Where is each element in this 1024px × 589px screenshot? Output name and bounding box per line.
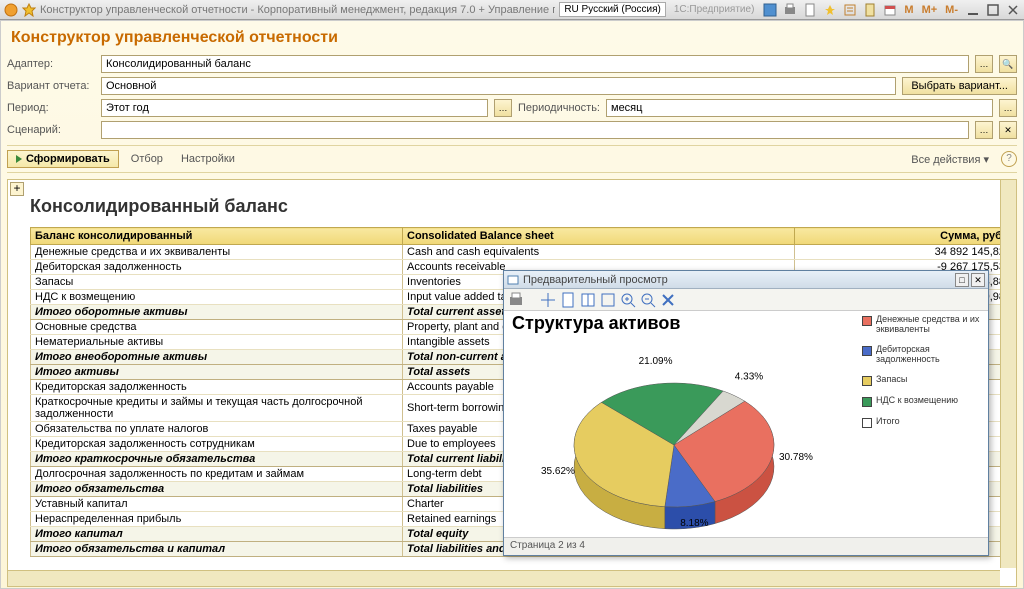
legend-item: Запасы [862,375,982,386]
window-titlebar: Конструктор управленческой отчетности - … [0,0,1024,20]
print-icon[interactable] [508,292,524,308]
fit-icon[interactable] [600,292,616,308]
svg-text:35.62%: 35.62% [541,466,575,477]
th-en: Consolidated Balance sheet [403,228,795,245]
legend-item: Итого [862,417,982,428]
legend-item: НДС к возмещению [862,396,982,407]
all-actions-button[interactable]: Все действия ▾ [905,151,995,168]
close-icon[interactable] [1006,3,1020,17]
adapter-label: Адаптер: [7,58,95,70]
scenario-input[interactable] [101,121,969,139]
report-title: Консолидированный баланс [30,196,1010,217]
star-icon[interactable] [22,3,36,17]
page-icon[interactable] [560,292,576,308]
periodicity-label: Периодичность: [518,102,600,114]
svg-text:30.78%: 30.78% [779,452,813,463]
language-selector[interactable]: RU Русский (Россия) [559,2,666,17]
preview-content: Структура активов 30.78% 8.18% 35.62% 21.09… [504,311,988,537]
periodicity-ellipsis-button[interactable]: … [999,99,1017,117]
doc-icon[interactable] [803,3,817,17]
preview-icon [507,274,519,286]
window-title: Конструктор управленческой отчетности - … [40,4,555,16]
svg-text:8.18%: 8.18% [680,518,708,529]
svg-text:4.33%: 4.33% [735,372,763,383]
table-row[interactable]: Денежные средства и их эквивалентыCash a… [31,245,1010,260]
pie-chart: 30.78% 8.18% 35.62% 21.09% 4.33% [504,335,844,535]
pages-icon[interactable] [580,292,596,308]
legend-item: Дебиторская задолженность [862,345,982,365]
period-input[interactable] [101,99,488,117]
list-icon[interactable] [843,3,857,17]
m-icon[interactable]: M [904,4,913,16]
chart-legend: Денежные средства и их эквиваленты Дебито… [862,315,982,438]
scenario-clear-button[interactable]: ✕ [999,121,1017,139]
variant-label: Вариант отчета: [7,80,95,92]
th-ru: Баланс консолидированный [31,228,403,245]
grid-icon[interactable] [763,3,777,17]
m-minus-icon[interactable]: M- [945,4,958,16]
preview-maximize-button[interactable]: □ [955,273,969,287]
preview-status: Страница 2 из 4 [504,537,988,555]
m-plus-icon[interactable]: M+ [922,4,938,16]
star2-icon[interactable] [823,3,837,17]
preview-window: Предварительный просмотр □ ✕ Структура а… [503,270,989,556]
close-preview-icon[interactable] [660,292,676,308]
preview-close-button[interactable]: ✕ [971,273,985,287]
report-toolbar: Сформировать Отбор Настройки Все действи… [7,145,1017,173]
svg-text:21.09%: 21.09% [639,356,673,367]
preview-titlebar[interactable]: Предварительный просмотр □ ✕ [504,271,988,289]
preview-toolbar [504,289,988,311]
expand-button[interactable]: + [10,182,24,196]
adapter-search-button[interactable]: 🔍 [999,55,1017,73]
print-icon[interactable] [783,3,797,17]
horizontal-scrollbar[interactable] [8,570,1000,586]
legend-item: Денежные средства и их эквиваленты [862,315,982,335]
maximize-icon[interactable] [986,3,1000,17]
zoom-out-icon[interactable] [640,292,656,308]
scenario-label: Сценарий: [7,124,95,136]
run-button[interactable]: Сформировать [7,150,119,168]
app-name-label: 1С:Предприятие) [674,4,755,15]
variant-input[interactable] [101,77,896,95]
filter-button[interactable]: Отбор [125,151,169,167]
cal-icon[interactable] [883,3,897,17]
zoom-in-icon[interactable] [620,292,636,308]
period-label: Период: [7,102,95,114]
settings-button[interactable]: Настройки [175,151,241,167]
calc-icon[interactable] [863,3,877,17]
adapter-ellipsis-button[interactable]: … [975,55,993,73]
run-label: Сформировать [26,153,110,165]
period-ellipsis-button[interactable]: … [494,99,512,117]
play-icon [16,155,22,163]
adapter-input[interactable] [101,55,969,73]
help-icon[interactable]: ? [1001,151,1017,167]
move-icon[interactable] [540,292,556,308]
page-title: Конструктор управленческой отчетности [11,29,1017,47]
vertical-scrollbar[interactable] [1000,180,1016,568]
minimize-icon[interactable] [966,3,980,17]
scenario-ellipsis-button[interactable]: … [975,121,993,139]
app-icon [4,3,18,17]
preview-title-text: Предварительный просмотр [523,274,953,286]
chart-title: Структура активов [512,313,680,334]
periodicity-input[interactable] [606,99,993,117]
variant-select-button[interactable]: Выбрать вариант... [902,77,1017,95]
th-amt: Сумма, руб. [794,228,1009,245]
